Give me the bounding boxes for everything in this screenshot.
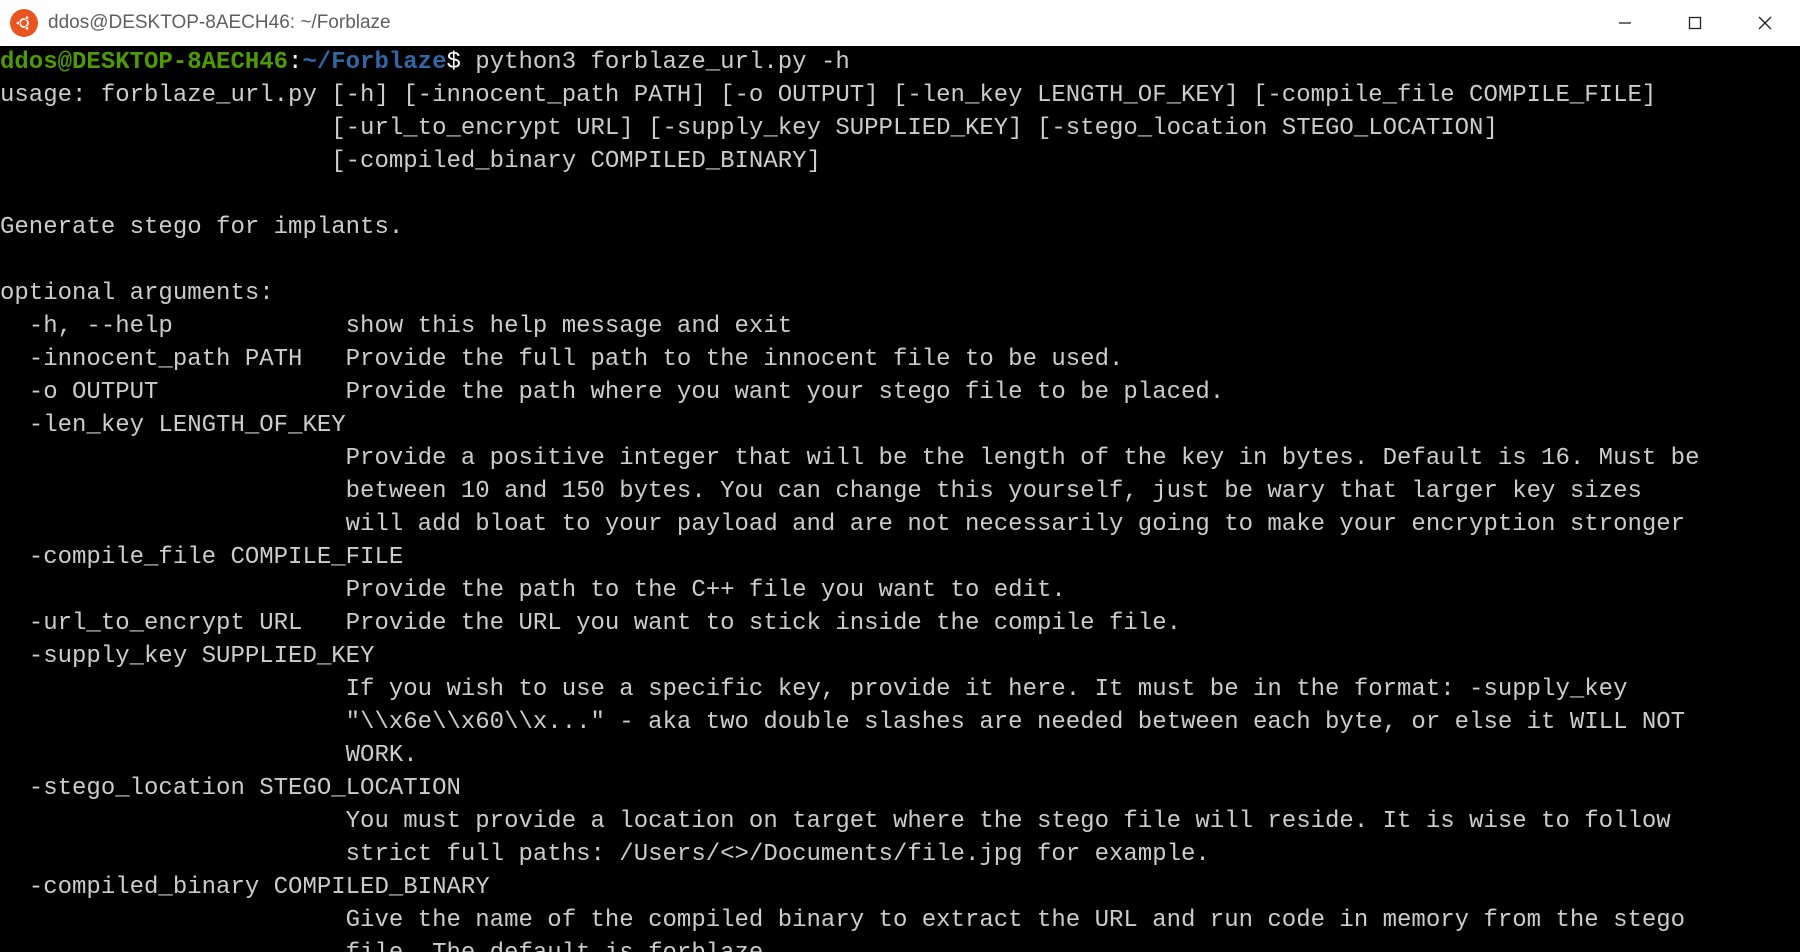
terminal-line: -h, --help show this help message and ex… xyxy=(0,313,792,340)
terminal-line: file. The default is forblaze. xyxy=(0,940,778,952)
terminal-line: Give the name of the compiled binary to … xyxy=(0,907,1685,934)
terminal-area[interactable]: ddos@DESKTOP-8AECH46:~/Forblaze$ python3… xyxy=(0,46,1800,952)
close-button[interactable] xyxy=(1730,0,1800,46)
terminal-line: usage: forblaze_url.py [-h] [-innocent_p… xyxy=(0,82,1656,109)
terminal-line: Generate stego for implants. xyxy=(0,214,403,241)
terminal-line: -len_key LENGTH_OF_KEY xyxy=(0,412,346,439)
window-titlebar[interactable]: ddos@DESKTOP-8AECH46: ~/Forblaze xyxy=(0,0,1800,46)
terminal-line: -o OUTPUT Provide the path where you wan… xyxy=(0,379,1224,406)
ubuntu-icon xyxy=(10,9,38,37)
terminal-line: Provide the path to the C++ file you wan… xyxy=(0,577,1066,604)
prompt-dollar: $ xyxy=(446,49,460,76)
maximize-button[interactable] xyxy=(1660,0,1730,46)
terminal-line: -supply_key SUPPLIED_KEY xyxy=(0,643,374,670)
terminal-line: -compiled_binary COMPILED_BINARY xyxy=(0,874,490,901)
terminal-line: WORK. xyxy=(0,742,418,769)
prompt-colon: : xyxy=(288,49,302,76)
terminal-line: strict full paths: /Users/<>/Documents/f… xyxy=(0,841,1210,868)
terminal-line: will add bloat to your payload and are n… xyxy=(0,511,1685,538)
prompt-path: ~/Forblaze xyxy=(302,49,446,76)
window-title: ddos@DESKTOP-8AECH46: ~/Forblaze xyxy=(48,12,391,34)
terminal-line: If you wish to use a specific key, provi… xyxy=(0,676,1627,703)
terminal-line: -url_to_encrypt URL Provide the URL you … xyxy=(0,610,1181,637)
terminal-line: -stego_location STEGO_LOCATION xyxy=(0,775,461,802)
command-text: python3 forblaze_url.py -h xyxy=(461,49,850,76)
terminal-line: "\\x6e\\x60\\x..." - aka two double slas… xyxy=(0,709,1685,736)
window-controls xyxy=(1590,0,1800,46)
minimize-button[interactable] xyxy=(1590,0,1660,46)
terminal-line: -innocent_path PATH Provide the full pat… xyxy=(0,346,1123,373)
terminal-line: [-compiled_binary COMPILED_BINARY] xyxy=(0,148,821,175)
terminal-line: [-url_to_encrypt URL] [-supply_key SUPPL… xyxy=(0,115,1498,142)
terminal-line: -compile_file COMPILE_FILE xyxy=(0,544,403,571)
terminal-line: Provide a positive integer that will be … xyxy=(0,445,1699,472)
terminal-line: You must provide a location on target wh… xyxy=(0,808,1671,835)
terminal-line: optional arguments: xyxy=(0,280,274,307)
terminal-line: between 10 and 150 bytes. You can change… xyxy=(0,478,1642,505)
prompt-user-host: ddos@DESKTOP-8AECH46 xyxy=(0,49,288,76)
